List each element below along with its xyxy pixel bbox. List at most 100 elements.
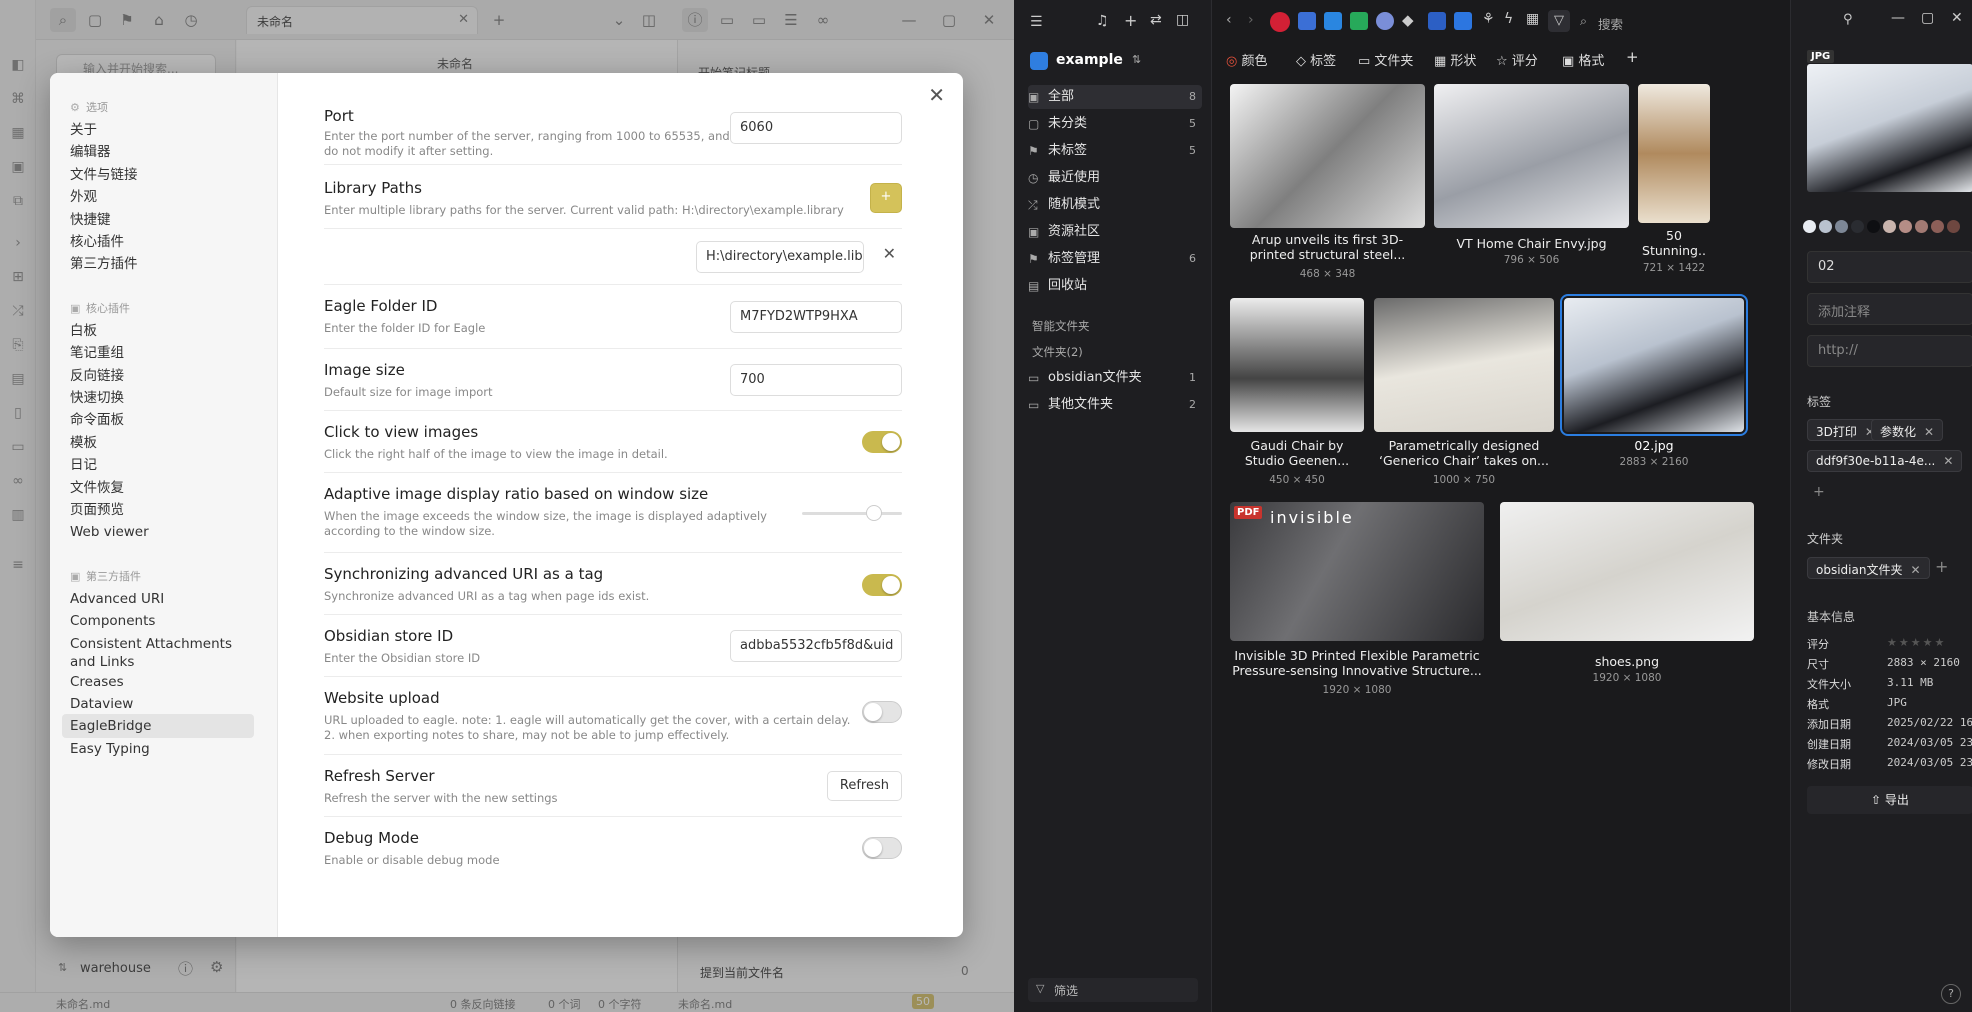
close-icon[interactable]: ✕ xyxy=(928,83,945,107)
minimize-icon[interactable]: — xyxy=(1891,10,1905,26)
info-value[interactable]: ★★★★★ xyxy=(1887,636,1946,649)
close-window-icon[interactable]: ✕ xyxy=(1951,10,1963,26)
thumbnail[interactable] xyxy=(1500,502,1754,641)
color-swatch[interactable] xyxy=(1899,220,1912,233)
url-input[interactable]: http:// xyxy=(1807,335,1972,367)
bolt-icon[interactable]: ϟ xyxy=(1504,11,1513,27)
settings-nav-item[interactable]: Easy Typing xyxy=(70,740,250,758)
export-button[interactable]: ⇧ 导出 xyxy=(1807,786,1972,814)
thumbnail[interactable] xyxy=(1374,298,1554,432)
layout-icon[interactable]: ◫ xyxy=(1176,12,1189,28)
remove-path-icon[interactable]: ✕ xyxy=(883,244,896,263)
settings-nav-item[interactable]: 编辑器 xyxy=(70,143,250,161)
thumbnail-caption[interactable]: Invisible 3D Printed Flexible Parametric… xyxy=(1230,648,1484,678)
folder-item-1[interactable]: ▭ 其他文件夹 2 xyxy=(1028,393,1202,417)
thumbnail[interactable]: PDF invisible xyxy=(1230,502,1484,641)
remove-tag-icon[interactable]: ✕ xyxy=(1943,454,1953,468)
color-swatch[interactable] xyxy=(1915,220,1928,233)
thumbnail[interactable] xyxy=(1560,294,1748,436)
settings-nav-item[interactable]: 页面预览 xyxy=(70,501,250,519)
folder-item-0[interactable]: ▭ obsidian文件夹 1 xyxy=(1028,366,1202,390)
filter-0[interactable]: ◎ 颜色 xyxy=(1226,50,1268,69)
hamburger-icon[interactable]: ☰ xyxy=(1030,14,1043,30)
thumbnail[interactable] xyxy=(1434,84,1629,228)
back-icon[interactable]: ‹ xyxy=(1226,12,1232,28)
filter-icon[interactable]: ▽ xyxy=(1548,10,1570,32)
tag-chip[interactable]: ddf9f30e-b11a-4e... ✕ xyxy=(1807,450,1963,472)
nav-item-1[interactable]: ▢ 未分类 5 xyxy=(1028,112,1202,136)
color-swatch[interactable] xyxy=(1851,220,1864,233)
refresh-button[interactable]: Refresh xyxy=(826,771,902,801)
name-input[interactable]: 02 xyxy=(1807,251,1972,283)
grid-view-icon[interactable]: ▦ xyxy=(1526,11,1539,27)
add-library-button[interactable]: + xyxy=(870,183,902,213)
settings-nav-item[interactable]: 关于 xyxy=(70,121,250,139)
nav-item-4[interactable]: ⤮ 随机模式 xyxy=(1028,193,1202,217)
debug-toggle[interactable] xyxy=(862,837,902,859)
filter-1[interactable]: ◇ 标签 xyxy=(1296,50,1336,69)
app-icon-1[interactable] xyxy=(1298,12,1316,30)
filter-2[interactable]: ▭ 文件夹 xyxy=(1358,50,1413,69)
add-tag-icon[interactable]: + xyxy=(1813,484,1825,500)
thumbnail-caption[interactable]: Parametrically designed ‘Generico Chair’… xyxy=(1374,438,1554,468)
settings-nav-item[interactable]: 第三方插件 xyxy=(70,255,250,273)
app-icon-5[interactable] xyxy=(1428,12,1446,30)
settings-nav-item[interactable]: 文件与链接 xyxy=(70,166,250,184)
filter-3[interactable]: ▦ 形状 xyxy=(1434,50,1476,69)
nav-item-3[interactable]: ◷ 最近使用 xyxy=(1028,166,1202,190)
app-icon-6[interactable] xyxy=(1454,12,1472,30)
color-swatch[interactable] xyxy=(1947,220,1960,233)
settings-nav-item[interactable]: Creases xyxy=(70,673,250,691)
folders-header[interactable]: 文件夹(2) xyxy=(1032,344,1083,360)
app-icon-2[interactable] xyxy=(1324,12,1342,30)
thumbnail-caption[interactable]: shoes.png xyxy=(1500,654,1754,669)
color-swatch[interactable] xyxy=(1867,220,1880,233)
settings-nav-item[interactable]: 模板 xyxy=(70,434,250,452)
settings-nav-item[interactable]: 笔记重组 xyxy=(70,344,250,362)
slider-handle[interactable] xyxy=(866,505,882,521)
color-swatch[interactable] xyxy=(1835,220,1848,233)
folder-chip[interactable]: obsidian文件夹 ✕ xyxy=(1807,557,1930,579)
help-icon[interactable]: ? xyxy=(1941,984,1961,1004)
image-size-input[interactable]: 700 xyxy=(730,364,902,396)
click-view-toggle[interactable] xyxy=(862,431,902,453)
settings-nav-item[interactable]: 文件恢复 xyxy=(70,479,250,497)
settings-nav-item[interactable]: 外观 xyxy=(70,188,250,206)
settings-nav-item[interactable]: 核心插件 xyxy=(70,233,250,251)
app-icon-3[interactable] xyxy=(1350,12,1368,30)
thumbnail-caption[interactable]: Arup unveils its first 3D-printed struct… xyxy=(1230,232,1425,262)
color-swatch[interactable] xyxy=(1931,220,1944,233)
settings-nav-item[interactable]: Components xyxy=(70,612,250,630)
settings-nav-item[interactable]: 白板 xyxy=(70,322,250,340)
extension-icon[interactable]: ⚘ xyxy=(1482,11,1495,27)
settings-nav-item[interactable]: 快捷键 xyxy=(70,211,250,229)
smart-folders-header[interactable]: 智能文件夹 xyxy=(1032,318,1090,334)
color-swatch[interactable] xyxy=(1803,220,1816,233)
nav-item-6[interactable]: ⚑ 标签管理 6 xyxy=(1028,247,1202,271)
thumbnail-caption[interactable]: VT Home Chair Envy.jpg xyxy=(1434,236,1629,251)
filter-5[interactable]: ▣ 格式 xyxy=(1562,50,1604,69)
nav-item-2[interactable]: ⚑ 未标签 5 xyxy=(1028,139,1202,163)
thumbnail-caption[interactable]: 50 Stunning.. xyxy=(1638,228,1710,258)
settings-nav-item[interactable]: 命令面板 xyxy=(70,411,250,429)
bell-icon[interactable]: ♫ xyxy=(1096,13,1109,29)
add-filter-icon[interactable]: + xyxy=(1626,48,1639,66)
pinterest-icon[interactable] xyxy=(1270,12,1290,32)
settings-nav-item[interactable]: Advanced URI xyxy=(70,590,250,608)
settings-nav-item[interactable]: EagleBridge xyxy=(70,717,250,735)
settings-nav-item[interactable]: 反向链接 xyxy=(70,367,250,385)
add-icon[interactable]: + xyxy=(1124,11,1137,30)
nav-item-0[interactable]: ▣ 全部 8 xyxy=(1028,85,1202,109)
store-id-input[interactable]: adbba5532cfb5f8d&uid xyxy=(730,630,902,662)
filter-bottom-input[interactable]: ▽ 筛选 xyxy=(1028,978,1198,1002)
remove-folder-icon[interactable]: ✕ xyxy=(1910,563,1920,577)
preview-image[interactable] xyxy=(1807,64,1972,192)
thumbnail[interactable] xyxy=(1230,84,1425,228)
pin-icon[interactable]: ⚲ xyxy=(1843,12,1853,27)
settings-nav-item[interactable]: 日记 xyxy=(70,456,250,474)
sync-uri-toggle[interactable] xyxy=(862,574,902,596)
folder-id-input[interactable]: M7FYD2WTP9HXA xyxy=(730,301,902,333)
settings-nav-item[interactable]: Web viewer xyxy=(70,523,250,541)
website-upload-toggle[interactable] xyxy=(862,701,902,723)
tag-chip[interactable]: 参数化 ✕ xyxy=(1871,419,1944,441)
